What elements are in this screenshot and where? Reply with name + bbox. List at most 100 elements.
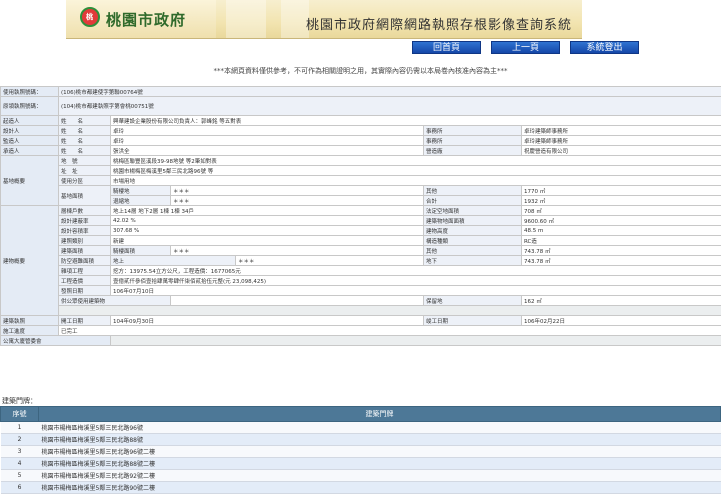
row-addr: 桃園市楊梅區梅溪里5鄰三民北路88號二樓 (38, 457, 721, 470)
floor-arcade: ＊＊＊ (170, 245, 424, 256)
far: 307.68 % (110, 225, 424, 236)
committee-value (109, 335, 721, 346)
city-logo-icon: 桃 (80, 7, 100, 27)
site-total: 1932 ㎡ (520, 195, 721, 206)
doors-title: 建築門牌： (2, 397, 37, 405)
doors-table: 序號 建築門牌 1 桃園市楊梅區梅溪里5鄰三民北路96號 2 桃園市楊梅區梅溪里5鄰… (0, 406, 721, 494)
schedule-label: 建築執照 (0, 315, 59, 326)
progress-value: 已完工 (57, 325, 721, 336)
floor-other: 743.78 ㎡ (520, 245, 721, 256)
row-no: 4 (0, 457, 39, 470)
reserve: 162 ㎡ (520, 295, 721, 306)
orig-license-label: 原領執照號碼： (0, 96, 59, 116)
home-button[interactable]: 回首頁 (412, 41, 481, 54)
type: 新建 (110, 235, 424, 246)
row-addr: 桃園市楊梅區梅溪里5鄰三民北路96號 (38, 421, 721, 434)
floors: 地上14層 地下2層 1棟 1棟 34戶 (110, 205, 424, 216)
site-other: 1770 ㎡ (520, 185, 721, 196)
finish-date-label: 竣工日期 (423, 315, 522, 326)
floor-area-label: 建築面積 (58, 245, 111, 256)
contractor-name-label: 姓 名 (58, 145, 111, 156)
designer-office-label: 事務所 (423, 125, 522, 136)
far-label: 設計容積率 (58, 225, 111, 236)
type-label: 建照類別 (58, 235, 111, 246)
contractor-name: 張洪全 (110, 145, 424, 156)
designer-label: 設計人 (0, 125, 59, 136)
city-name: 桃園市政府 (106, 11, 187, 29)
height-label: 建物高度 (423, 225, 522, 236)
structure: RC造 (520, 235, 721, 246)
supervisor-name: 卓玲 (110, 135, 424, 146)
use-license-value: (106)桃市都建使字第聯00764號 (57, 86, 721, 97)
table-row: 5 桃園市楊梅區梅溪里5鄰三民北路92號二樓 (0, 469, 721, 482)
designer-name-label: 姓 名 (58, 125, 111, 136)
col-addr-header: 建築門牌 (38, 406, 721, 422)
use-license-label: 使用執照號碼： (0, 86, 59, 97)
start-date: 104年09月30日 (110, 315, 424, 326)
issue-date-label: 發照日期 (58, 285, 111, 296)
row-no: 3 (0, 445, 39, 458)
banner-left-panel: 桃 桃園市政府 (66, 0, 216, 38)
shelter-below-label: 地下 (423, 255, 522, 266)
site-arcade-label: 騎樓地 (110, 185, 171, 196)
row-addr: 桃園市楊梅區梅溪里5鄰三民北路90號二樓 (38, 481, 721, 494)
contractor-office: 祝慶營造有限公司 (520, 145, 721, 156)
cost: 壹億貳仟參佰壹拾肆萬零肆仟柒佰貳拾伍元整(元 23,098,425) (109, 275, 721, 286)
disclaimer-notice: ***本網頁資料僅供參考，不可作為相關證明之用，其實際內容仍需以本局卷內核准內容… (213, 67, 508, 75)
table-row: 3 桃園市楊梅區梅溪里5鄰三民北路96號二樓 (0, 445, 721, 458)
table-row: 2 桃園市楊梅區梅溪里5鄰三民北路88號 (0, 433, 721, 446)
banner: 桃 桃園市政府 桃園市政府網際網路執照存根影像查詢系統 (66, 0, 582, 39)
supervisor-name-label: 姓 名 (58, 135, 111, 146)
structure-label: 構造種類 (423, 235, 522, 246)
shelter-above: ＊＊＊ (235, 255, 424, 266)
row-no: 2 (0, 433, 39, 446)
row-addr: 桃園市楊梅區梅溪里5鄰三民北路88號 (38, 433, 721, 446)
site-zone: 市場用地 (109, 175, 721, 186)
coverage-label: 設計建蔽率 (58, 215, 111, 226)
site-arcade: ＊＊＊ (170, 185, 424, 196)
misc: 挖方：13975.54立方公尺，工程造價：1677065元 (109, 265, 721, 276)
floor-arcade-label: 騎樓面積 (110, 245, 171, 256)
coverage: 42.02 % (110, 215, 424, 226)
starter-name: 興華建設企業股份有限公司負責人：郭峰銘 等五對表 (109, 115, 721, 126)
back-button[interactable]: 上一頁 (491, 41, 560, 54)
start-date-label: 開工日期 (58, 315, 111, 326)
logout-button[interactable]: 系統登出 (570, 41, 639, 54)
floor-other-label: 其他 (423, 245, 522, 256)
floors-label: 層棟戶數 (58, 205, 111, 216)
site-address-label: 址 址 (58, 165, 111, 176)
height: 48.5 m (520, 225, 721, 236)
designer-name: 卓玲 (110, 125, 424, 136)
row-no: 5 (0, 469, 39, 482)
banner-decoration (281, 0, 309, 38)
shelter-above-label: 地上 (110, 255, 236, 266)
supervisor-label: 監造人 (0, 135, 59, 146)
reserve-label: 保留地 (423, 295, 522, 306)
supervisor-office: 卓玲建築師事務所 (520, 135, 721, 146)
site-setback: ＊＊＊ (170, 195, 424, 206)
public-use-label: 供公眾使用建築物 (58, 295, 171, 306)
site-setback-label: 退縮地 (110, 195, 171, 206)
supervisor-office-label: 事務所 (423, 135, 522, 146)
cost-label: 工程造價 (58, 275, 111, 286)
building-summary-label: 建物概要 (0, 205, 59, 316)
legal-space-label: 法定空地面積 (423, 205, 522, 216)
site-area-label: 基地面積 (58, 185, 111, 206)
shelter-label: 防空避難面積 (58, 255, 111, 266)
row-separator (57, 305, 721, 316)
banner-decoration (226, 0, 266, 38)
public-use-value (170, 295, 424, 306)
site-summary-label: 基地概要 (0, 155, 59, 206)
table-row: 1 桃園市楊梅區梅溪里5鄰三民北路96號 (0, 421, 721, 434)
contractor-label: 承造人 (0, 145, 59, 156)
site-lot-label: 地 號 (58, 155, 111, 166)
misc-label: 雜項工程 (58, 265, 111, 276)
row-no: 6 (0, 481, 39, 494)
contractor-office-label: 營造廠 (423, 145, 522, 156)
license-table: 使用執照號碼： (106)桃市都建使字第聯00764號 原領執照號碼： (104… (0, 86, 721, 346)
finish-date: 106年02月22日 (520, 315, 721, 326)
page-header: 桃 桃園市政府 桃園市政府網際網路執照存根影像查詢系統 回首頁 上一頁 系統登出 (0, 0, 721, 66)
row-no: 1 (0, 421, 39, 434)
legal-space: 708 ㎡ (520, 205, 721, 216)
table-row: 6 桃園市楊梅區梅溪里5鄰三民北路90號二樓 (0, 481, 721, 494)
